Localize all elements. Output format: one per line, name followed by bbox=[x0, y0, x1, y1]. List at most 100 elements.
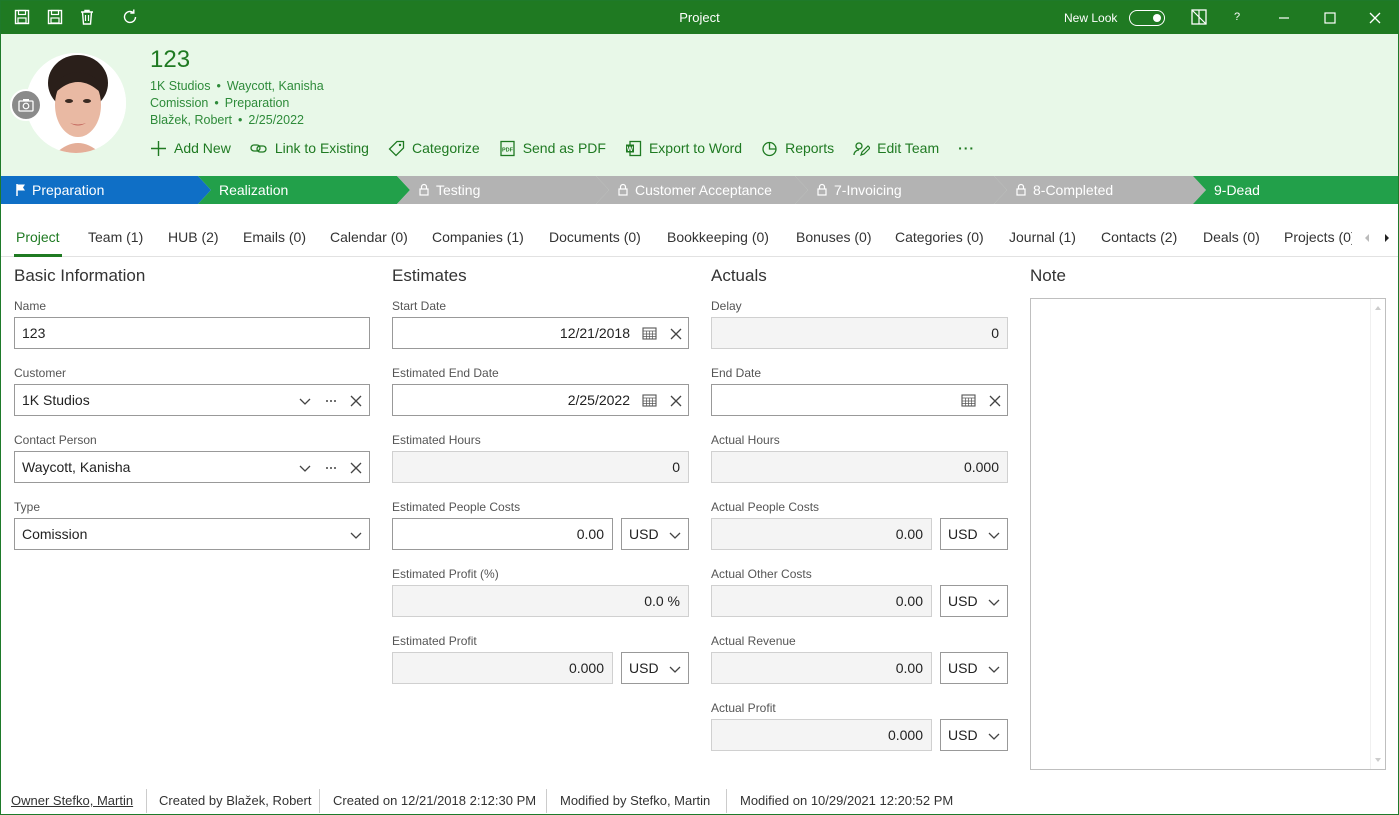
help-button[interactable]: ? bbox=[1217, 1, 1257, 34]
close-button[interactable] bbox=[1355, 1, 1395, 34]
est-profit-currency-select[interactable]: USD bbox=[621, 652, 689, 684]
note-scrollbar[interactable] bbox=[1370, 299, 1385, 769]
clear-icon[interactable] bbox=[669, 394, 683, 408]
header-line-owner: Blažek, Robert • 2/25/2022 bbox=[150, 113, 304, 127]
reports-button[interactable]: Reports bbox=[761, 138, 834, 158]
tab-projects[interactable]: Projects (0) bbox=[1284, 229, 1352, 245]
more-icon[interactable] bbox=[324, 461, 338, 475]
chevron-down-icon[interactable] bbox=[298, 461, 312, 475]
tab-scroll-left-icon[interactable] bbox=[1363, 231, 1371, 246]
stage-dead[interactable]: 9-Dead bbox=[1193, 176, 1398, 204]
note-title: Note bbox=[1030, 266, 1066, 285]
more-icon[interactable] bbox=[324, 394, 338, 408]
active-tab-indicator bbox=[14, 254, 62, 257]
actual-revenue-field: 0.00 bbox=[711, 652, 932, 684]
est-people-costs-field[interactable]: 0.00 bbox=[392, 518, 613, 550]
tab-contacts[interactable]: Contacts (2) bbox=[1101, 229, 1177, 245]
tab-journal[interactable]: Journal (1) bbox=[1009, 229, 1076, 245]
currency-value: USD bbox=[629, 526, 659, 542]
scroll-down-icon[interactable] bbox=[1374, 757, 1382, 763]
owner-text: Blažek, Robert bbox=[150, 113, 232, 127]
tab-hub[interactable]: HUB (2) bbox=[168, 229, 219, 245]
end-date-field[interactable] bbox=[711, 384, 1008, 416]
tab-calendar[interactable]: Calendar (0) bbox=[330, 229, 408, 245]
est-people-currency-select[interactable]: USD bbox=[621, 518, 689, 550]
chevron-down-icon bbox=[668, 528, 682, 542]
calendar-icon[interactable] bbox=[961, 393, 976, 407]
layout-icon[interactable] bbox=[1190, 8, 1208, 26]
stage-completed[interactable]: 8-Completed bbox=[994, 176, 1206, 204]
calendar-icon[interactable] bbox=[642, 393, 657, 407]
stage-testing[interactable]: Testing bbox=[397, 176, 609, 204]
send-pdf-label: Send as PDF bbox=[522, 140, 606, 156]
estimates-title: Estimates bbox=[392, 266, 467, 285]
end-date-label: End Date bbox=[711, 366, 762, 380]
start-date-field[interactable]: 12/21/2018 bbox=[392, 317, 689, 349]
currency-value: USD bbox=[948, 727, 978, 743]
contact-field[interactable]: Waycott, Kanisha bbox=[14, 451, 370, 483]
minimize-button[interactable] bbox=[1264, 1, 1304, 34]
est-end-date-field[interactable]: 2/25/2022 bbox=[392, 384, 689, 416]
add-new-label: Add New bbox=[174, 140, 231, 156]
export-word-button[interactable]: W Export to Word bbox=[625, 138, 742, 158]
tab-categories[interactable]: Categories (0) bbox=[895, 229, 984, 245]
clear-icon[interactable] bbox=[349, 394, 363, 408]
stage-preparation[interactable]: Preparation bbox=[1, 176, 211, 204]
maximize-button[interactable] bbox=[1310, 1, 1350, 34]
tab-emails[interactable]: Emails (0) bbox=[243, 229, 306, 245]
customer-field[interactable]: 1K Studios bbox=[14, 384, 370, 416]
tab-team[interactable]: Team (1) bbox=[88, 229, 143, 245]
clear-icon[interactable] bbox=[988, 394, 1002, 408]
stage-label: 7-Invoicing bbox=[834, 182, 902, 198]
tab-deals[interactable]: Deals (0) bbox=[1203, 229, 1260, 245]
change-photo-button[interactable] bbox=[10, 89, 42, 121]
record-header: 123 1K Studios • Waycott, Kanisha Comissio… bbox=[1, 34, 1398, 176]
stage-invoicing[interactable]: 7-Invoicing bbox=[795, 176, 1007, 204]
categorize-button[interactable]: Categorize bbox=[388, 138, 480, 158]
clear-icon[interactable] bbox=[349, 461, 363, 475]
stage-realization[interactable]: Realization bbox=[198, 176, 410, 204]
note-textarea[interactable] bbox=[1030, 298, 1386, 770]
stage-customer-acceptance[interactable]: Customer Acceptance bbox=[596, 176, 808, 204]
delay-value: 0 bbox=[991, 325, 999, 341]
owner-link[interactable]: Owner Stefko, Martin bbox=[11, 793, 133, 808]
actual-profit-currency-select[interactable]: USD bbox=[940, 719, 1008, 751]
actual-profit-field: 0.000 bbox=[711, 719, 932, 751]
name-field[interactable]: 123 bbox=[14, 317, 370, 349]
flag-icon bbox=[16, 184, 25, 196]
start-date-label: Start Date bbox=[392, 299, 447, 313]
actual-hours-field: 0.000 bbox=[711, 451, 1008, 483]
delay-label: Delay bbox=[711, 299, 742, 313]
send-pdf-button[interactable]: PDF Send as PDF bbox=[499, 138, 606, 158]
chevron-down-icon[interactable] bbox=[298, 394, 312, 408]
tab-project[interactable]: Project bbox=[16, 229, 60, 245]
new-look-toggle[interactable] bbox=[1129, 10, 1165, 26]
type-select[interactable]: Comission bbox=[14, 518, 370, 550]
tab-bonuses[interactable]: Bonuses (0) bbox=[796, 229, 871, 245]
tab-documents[interactable]: Documents (0) bbox=[549, 229, 641, 245]
actuals-title: Actuals bbox=[711, 266, 767, 285]
edit-team-button[interactable]: Edit Team bbox=[853, 138, 939, 158]
add-new-button[interactable]: Add New bbox=[150, 138, 231, 158]
actual-people-currency-select[interactable]: USD bbox=[940, 518, 1008, 550]
tab-bookkeeping[interactable]: Bookkeeping (0) bbox=[667, 229, 769, 245]
stage-label: Testing bbox=[436, 182, 481, 198]
chevron-down-icon bbox=[987, 595, 1001, 609]
clear-icon[interactable] bbox=[669, 327, 683, 341]
separator-dot: • bbox=[237, 113, 243, 127]
chevron-down-icon bbox=[668, 662, 682, 676]
actual-hours-value: 0.000 bbox=[963, 459, 999, 475]
more-actions-button[interactable]: ··· bbox=[958, 138, 975, 158]
type-value: Comission bbox=[22, 526, 88, 542]
actual-other-currency-select[interactable]: USD bbox=[940, 585, 1008, 617]
link-existing-button[interactable]: Link to Existing bbox=[250, 138, 369, 158]
tab-scroll-right-icon[interactable] bbox=[1383, 231, 1391, 246]
type-label: Type bbox=[14, 500, 41, 514]
actual-revenue-currency-select[interactable]: USD bbox=[940, 652, 1008, 684]
contact-link[interactable]: Waycott, Kanisha bbox=[227, 79, 324, 93]
scroll-up-icon[interactable] bbox=[1374, 305, 1382, 311]
tab-companies[interactable]: Companies (1) bbox=[432, 229, 524, 245]
calendar-icon[interactable] bbox=[642, 326, 657, 340]
chevron-down-icon bbox=[987, 662, 1001, 676]
customer-link[interactable]: 1K Studios bbox=[150, 79, 210, 93]
